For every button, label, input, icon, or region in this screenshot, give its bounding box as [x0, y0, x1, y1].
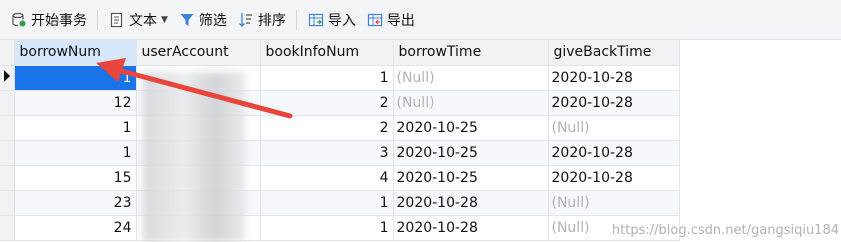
annotation-arrow [96, 58, 293, 119]
watermark: https://blog.csdn.net/gangsiqiu184 [611, 223, 839, 238]
